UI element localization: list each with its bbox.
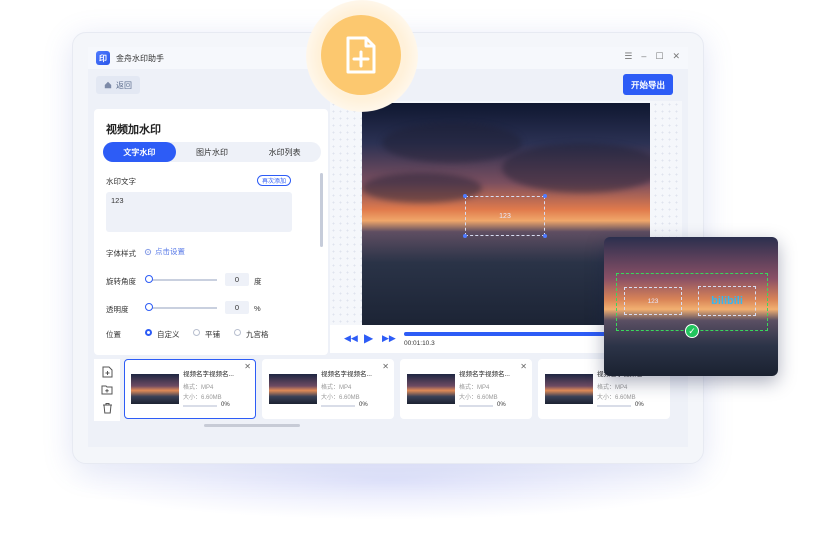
file-percent: 0% [635, 402, 644, 408]
file-size: 大小：6.60MB [597, 395, 636, 401]
export-button[interactable]: 开始导出 [622, 74, 673, 95]
radio-tile-label: 平铺 [205, 330, 220, 339]
file-strip: 视频名字视频名... 格式：MP4 大小：6.60MB 0% ✕ 视频名字视频名… [94, 359, 688, 423]
file-thumbnail [407, 374, 455, 404]
menu-icon[interactable]: ☰ [624, 51, 632, 62]
radio-tile[interactable] [193, 329, 200, 336]
file-percent: 0% [221, 402, 230, 408]
close-icon[interactable]: ✕ [244, 362, 251, 371]
file-name: 视频名字视频名... [459, 371, 510, 378]
zoom-text-watermark: 123 [624, 287, 682, 315]
opacity-slider-knob[interactable] [145, 303, 153, 311]
file-format: 格式：MP4 [459, 385, 490, 391]
file-progress [459, 405, 493, 407]
watermark-tabs: 文字水印 图片水印 水印列表 [103, 142, 321, 162]
add-file-icon [346, 36, 376, 74]
file-size: 大小：6.60MB [183, 395, 222, 401]
file-card[interactable]: 视频名字视频名... 格式：MP4 大小：6.60MB 0% ✕ [400, 359, 532, 419]
watermark-handle-bl[interactable] [463, 234, 467, 238]
file-thumbnail [131, 374, 179, 404]
file-tools [94, 359, 120, 421]
progress-fill [404, 332, 609, 336]
file-name: 视频名字视频名... [321, 371, 372, 378]
time-display: 00:01:10.3 [404, 340, 435, 347]
settings-panel: 视频加水印 文字水印 图片水印 水印列表 水印文字 再次添加 123 字体样式 … [94, 109, 328, 355]
watermark-text-input[interactable]: 123 [106, 192, 292, 232]
rotation-input[interactable]: 0 [225, 273, 249, 286]
rotation-slider-knob[interactable] [145, 275, 153, 283]
opacity-input[interactable]: 0 [225, 301, 249, 314]
file-add-icon[interactable] [102, 366, 113, 378]
file-percent: 0% [359, 402, 368, 408]
rotation-unit: 度 [254, 277, 262, 286]
home-icon [104, 81, 112, 89]
file-progress [183, 405, 217, 407]
file-thumbnail [545, 374, 593, 404]
window-controls: ☰ – ☐ ✕ [624, 51, 680, 62]
add-file-button[interactable] [321, 15, 401, 95]
watermark-handle-tr[interactable] [543, 194, 547, 198]
close-icon[interactable]: ✕ [520, 362, 527, 371]
file-size: 大小：6.60MB [321, 395, 360, 401]
rewind-icon[interactable]: ◀◀ [344, 333, 358, 344]
position-label: 位置 [106, 330, 121, 339]
maximize-icon[interactable]: ☐ [655, 51, 663, 62]
radio-grid[interactable] [234, 329, 241, 336]
check-icon: ✓ [685, 324, 699, 338]
file-strip-scrollbar[interactable] [204, 424, 300, 427]
forward-icon[interactable]: ▶▶ [382, 333, 396, 344]
close-icon[interactable]: ✕ [382, 362, 389, 371]
file-format: 格式：MP4 [597, 385, 628, 391]
tab-image-watermark[interactable]: 图片水印 [176, 142, 249, 162]
font-settings-label: 点击设置 [155, 247, 185, 256]
zoom-image-watermark: bilibili [698, 286, 756, 316]
close-icon[interactable]: ✕ [672, 51, 680, 62]
file-thumbnail [269, 374, 317, 404]
progress-bar[interactable] [404, 332, 624, 336]
radio-custom-label: 自定义 [157, 330, 180, 339]
radio-custom[interactable] [145, 329, 152, 336]
re-add-button[interactable]: 再次添加 [257, 175, 292, 186]
font-settings-link[interactable]: 点击设置 [144, 246, 185, 257]
tab-text-watermark[interactable]: 文字水印 [103, 142, 176, 162]
radio-grid-label: 九宫格 [246, 330, 269, 339]
trash-icon[interactable] [102, 402, 113, 414]
file-percent: 0% [497, 402, 506, 408]
watermark-zoom-card: 123 bilibili ✓ [604, 237, 778, 376]
font-style-label: 字体样式 [106, 249, 136, 258]
file-format: 格式：MP4 [183, 385, 214, 391]
panel-scrollbar[interactable] [320, 173, 323, 247]
file-card[interactable]: 视频名字视频名... 格式：MP4 大小：6.60MB 0% ✕ [124, 359, 256, 419]
back-button[interactable]: 返回 [96, 76, 140, 94]
file-card[interactable]: 视频名字视频名... 格式：MP4 大小：6.60MB 0% ✕ [262, 359, 394, 419]
file-name: 视频名字视频名... [183, 371, 234, 378]
watermark-text-label: 水印文字 [106, 177, 136, 186]
file-progress [321, 405, 355, 407]
file-progress [597, 405, 631, 407]
app-window: 印 金舟水印助手 ☰ – ☐ ✕ 返回 开始导出 视频加水印 文字水印 图片水印… [88, 47, 688, 447]
rotation-label: 旋转角度 [106, 277, 136, 286]
file-format: 格式：MP4 [321, 385, 352, 391]
watermark-handle-tl[interactable] [463, 194, 467, 198]
play-icon[interactable]: ▶ [364, 331, 373, 345]
watermark-box[interactable]: 123 [465, 196, 545, 236]
gear-icon [144, 248, 152, 255]
file-size: 大小：6.60MB [459, 395, 498, 401]
opacity-label: 透明度 [106, 305, 129, 314]
rotation-slider[interactable] [149, 279, 217, 281]
app-title: 金舟水印助手 [116, 53, 164, 63]
opacity-unit: % [254, 304, 261, 313]
minimize-icon[interactable]: – [641, 51, 646, 62]
watermark-handle-br[interactable] [543, 234, 547, 238]
panel-title: 视频加水印 [106, 124, 161, 136]
folder-add-icon[interactable] [101, 384, 113, 395]
app-logo: 印 [96, 51, 110, 65]
tab-watermark-list[interactable]: 水印列表 [248, 142, 321, 162]
opacity-slider[interactable] [149, 307, 217, 309]
back-label: 返回 [116, 80, 132, 90]
